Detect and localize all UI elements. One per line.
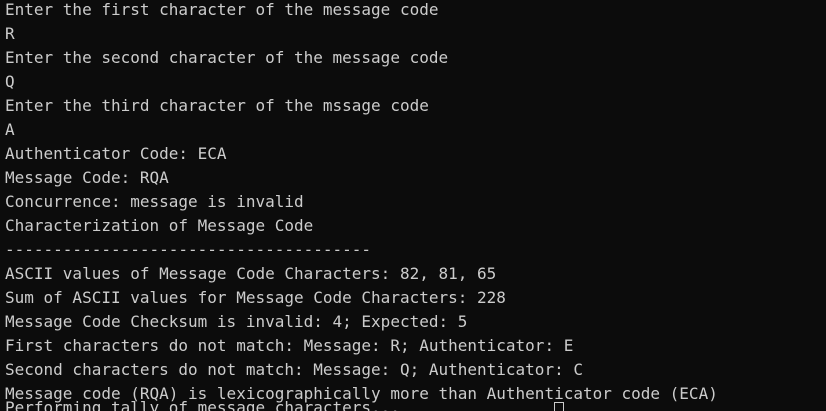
console-line: Enter the third character of the mssage …	[5, 96, 429, 115]
console-line: Second characters do not match: Message:…	[5, 360, 583, 379]
console-output: Enter the first character of the message…	[5, 0, 826, 406]
console-line: Enter the second character of the messag…	[5, 48, 449, 67]
console-line: First characters do not match: Message: …	[5, 336, 574, 355]
console-line: Sum of ASCII values for Message Code Cha…	[5, 288, 506, 307]
block-cursor-icon	[554, 402, 564, 411]
console-line: Concurrence: message is invalid	[5, 192, 304, 211]
console-window[interactable]: Enter the first character of the message…	[0, 0, 826, 411]
console-line-partial: Performing tally of message characters..…	[5, 398, 400, 411]
console-line: Enter the first character of the message…	[5, 0, 439, 19]
console-line: Q	[5, 72, 15, 91]
console-line: Authenticator Code: ECA	[5, 144, 227, 163]
console-line: ASCII values of Message Code Characters:…	[5, 264, 497, 283]
console-line: A	[5, 120, 15, 139]
console-line: Message Code Checksum is invalid: 4; Exp…	[5, 312, 468, 331]
console-line: Characterization of Message Code	[5, 216, 314, 235]
console-line: Message Code: RQA	[5, 168, 169, 187]
console-line: R	[5, 24, 15, 43]
console-divider: --------------------------------------	[5, 240, 372, 259]
